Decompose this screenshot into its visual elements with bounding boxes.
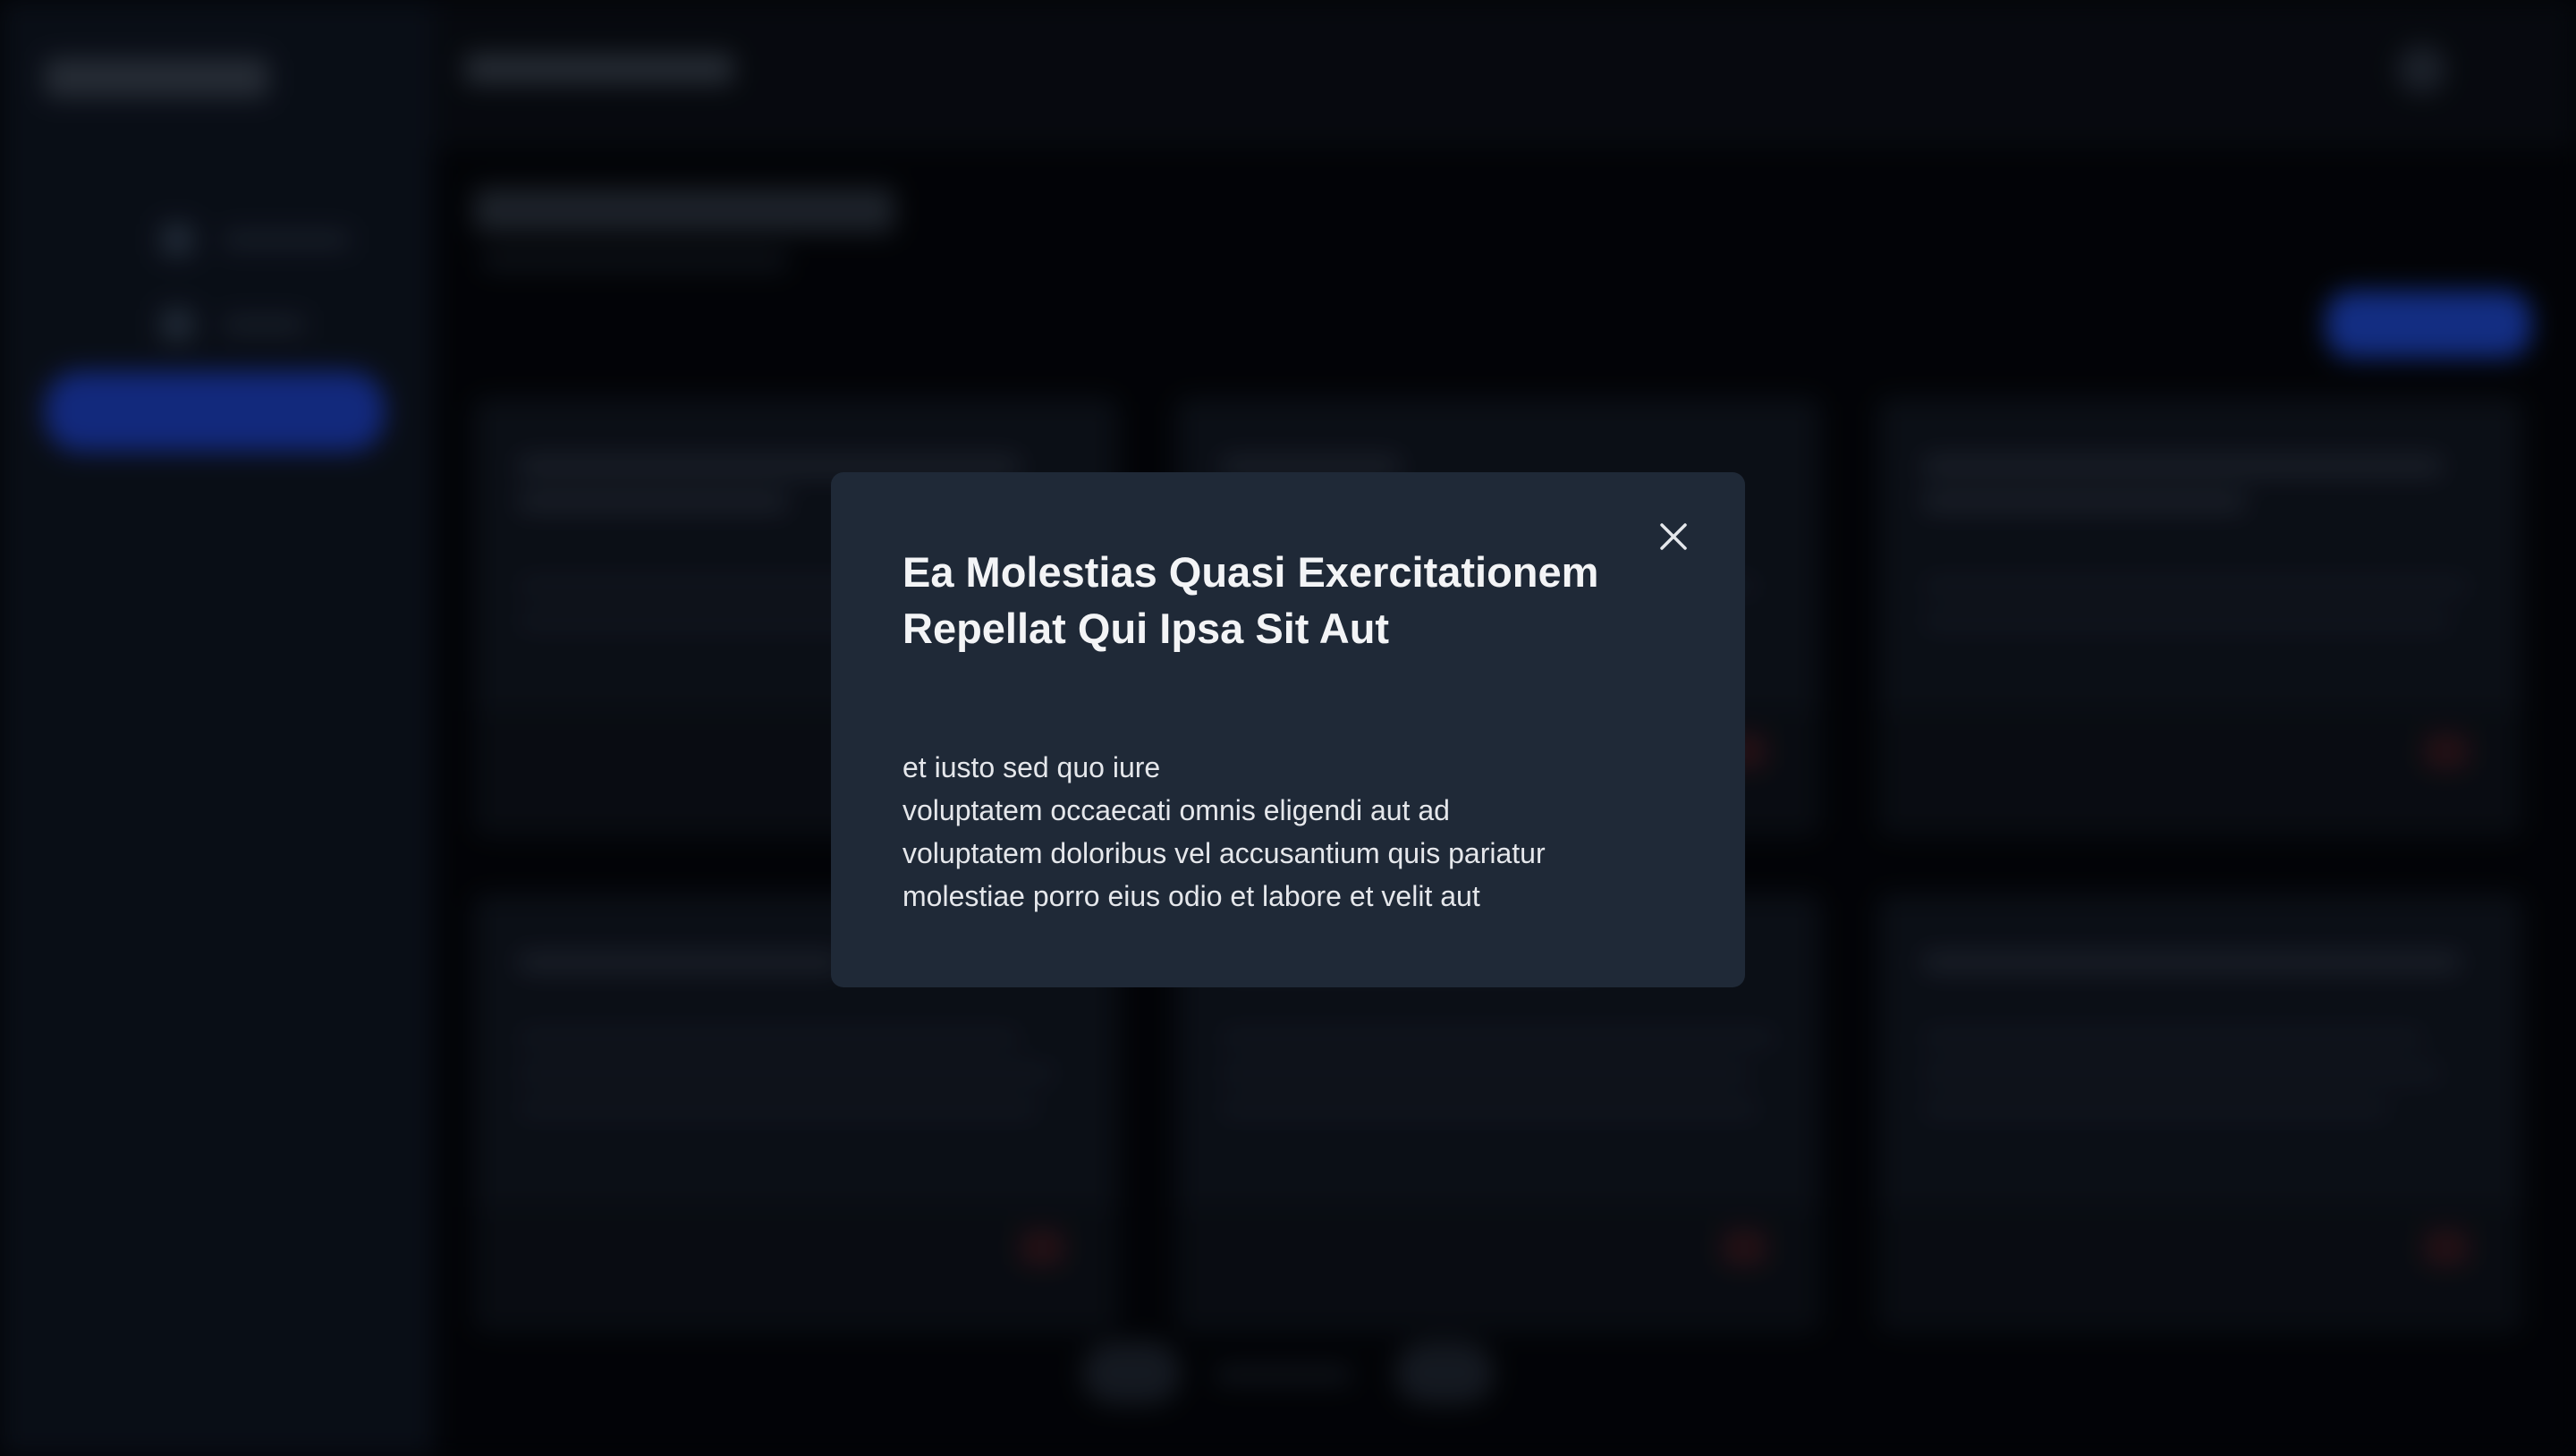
modal-body-line: voluptatem doloribus vel accusantium qui… <box>902 837 1546 869</box>
close-icon <box>1660 523 1687 550</box>
modal-title: Ea Molestias Quasi Exercitationem Repell… <box>902 548 1599 652</box>
close-button[interactable] <box>1654 517 1693 556</box>
modal-body-line: voluptatem occaecati omnis eligendi aut … <box>902 794 1450 826</box>
modal-dialog: Ea Molestias Quasi Exercitationem Repell… <box>831 472 1745 987</box>
modal-body-line: et iusto sed quo iure <box>902 751 1161 783</box>
modal-body: et iusto sed quo iure voluptatem occaeca… <box>902 746 1636 918</box>
modal-body-line: molestiae porro eius odio et labore et v… <box>902 880 1480 912</box>
